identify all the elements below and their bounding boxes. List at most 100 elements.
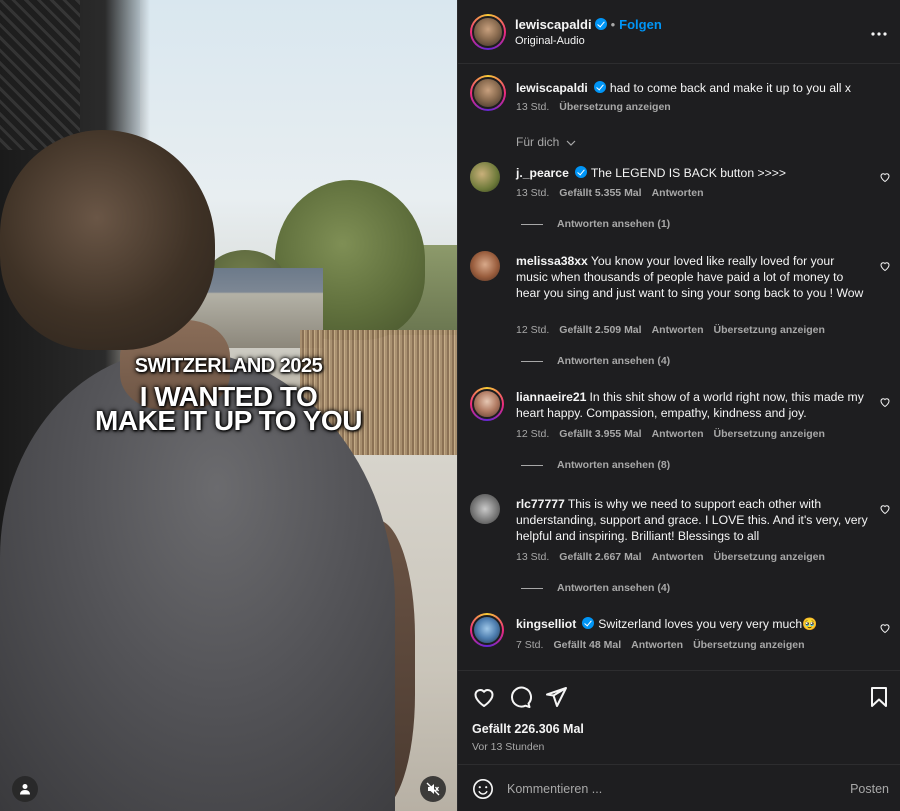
comment-text-row: rlc77777 This is why we need to support e…	[516, 496, 868, 544]
commenter-avatar[interactable]	[470, 162, 500, 192]
view-replies-label: Antworten ansehen (4)	[557, 582, 671, 594]
caption-text-row: lewiscapaldi had to come back and make it…	[516, 80, 868, 96]
replies-line	[521, 360, 543, 362]
comment-likes[interactable]: Gefällt 2.509 Mal	[559, 324, 641, 336]
translate-link[interactable]: Übersetzung anzeigen	[693, 639, 804, 651]
view-replies-label: Antworten ansehen (8)	[557, 459, 671, 471]
audio-link[interactable]: Original-Audio	[515, 35, 585, 47]
translate-link[interactable]: Übersetzung anzeigen	[714, 428, 825, 440]
tagged-users-button[interactable]	[12, 776, 38, 802]
comment-meta: 13 Std. Gefällt 5.355 Mal Antworten	[516, 187, 714, 199]
comment-meta: 12 Std. Gefällt 2.509 Mal Antworten Überset…	[516, 324, 835, 336]
comment-time: 13 Std.	[516, 187, 550, 199]
comment-text: The LEGEND IS BACK button >>>>	[590, 166, 786, 180]
reply-link[interactable]: Antworten	[631, 639, 683, 651]
heart-icon[interactable]	[879, 503, 891, 515]
reply-link[interactable]: Antworten	[652, 551, 704, 563]
comments-list[interactable]: lewiscapaldi had to come back and make it…	[458, 65, 900, 670]
commenter-username[interactable]: j._pearce	[516, 166, 569, 180]
paper-plane-icon[interactable]	[544, 685, 568, 709]
comment-likes[interactable]: Gefällt 48 Mal	[553, 639, 621, 651]
post-button[interactable]: Posten	[850, 782, 889, 796]
comment-bubble-icon[interactable]	[508, 685, 532, 709]
reply-link[interactable]: Antworten	[652, 324, 704, 336]
commenter-username[interactable]: liannaeire21	[516, 390, 586, 404]
reply-link[interactable]: Antworten	[652, 187, 704, 199]
comment-text-row: melissa38xx You know your loved like real…	[516, 253, 868, 301]
comment-composer: Posten	[458, 764, 900, 811]
heart-icon[interactable]	[879, 260, 891, 272]
commenter-username[interactable]: melissa38xx	[516, 254, 588, 268]
view-replies-link[interactable]: Antworten ansehen (4)	[521, 355, 670, 367]
comments-panel: lewiscapaldi • Folgen Original-Audio lewis…	[457, 0, 900, 811]
comment-time: 13 Std.	[516, 551, 550, 563]
view-replies-label: Antworten ansehen (1)	[557, 218, 671, 230]
comment-sort-dropdown[interactable]: Für dich	[516, 135, 576, 149]
emoji-icon[interactable]	[472, 778, 494, 800]
separator-dot: •	[610, 17, 616, 32]
sort-label: Für dich	[516, 135, 560, 149]
view-replies-link[interactable]: Antworten ansehen (1)	[521, 218, 670, 230]
overlay-text-line1: SWITZERLAND 2025	[134, 355, 323, 377]
replies-line	[521, 464, 543, 466]
comment-meta: 12 Std. Gefällt 3.955 Mal Antworten Überset…	[516, 428, 835, 440]
verified-badge-icon	[593, 81, 606, 93]
follow-button[interactable]: Folgen	[619, 17, 662, 32]
comment-time: 7 Std.	[516, 639, 544, 651]
chevron-down-icon	[566, 140, 576, 146]
commenter-avatar[interactable]	[470, 494, 500, 524]
author-username[interactable]: lewiscapaldi	[515, 17, 592, 32]
replies-line	[521, 223, 543, 225]
comment-text: This is why we need to support each othe…	[516, 497, 868, 543]
view-replies-link[interactable]: Antworten ansehen (8)	[521, 459, 670, 471]
comment-text: Switzerland loves you very very much🥹	[598, 617, 818, 631]
post-timestamp: Vor 13 Stunden	[472, 741, 545, 753]
header-title-row: lewiscapaldi • Folgen	[515, 17, 662, 32]
post-actions: Gefällt 226.306 Mal Vor 13 Stunden	[458, 670, 900, 760]
reply-link[interactable]: Antworten	[652, 428, 704, 440]
replies-line	[521, 587, 543, 589]
mute-button[interactable]	[420, 776, 446, 802]
comment-meta: 7 Std. Gefällt 48 Mal Antworten Übersetzung…	[516, 639, 815, 651]
comment-time: 12 Std.	[516, 324, 550, 336]
heart-icon[interactable]	[879, 622, 891, 634]
comment-input[interactable]	[507, 778, 807, 800]
overlay-text-line3: MAKE IT UP TO YOU	[95, 405, 362, 436]
commenter-avatar[interactable]	[470, 251, 500, 281]
reel-video[interactable]: SWITZERLAND 2025 I WANTED TO MAKE IT UP …	[0, 0, 457, 811]
comment-likes[interactable]: Gefällt 5.355 Mal	[559, 187, 641, 199]
comment-meta: 13 Std. Gefällt 2.667 Mal Antworten Überset…	[516, 551, 835, 563]
post-header: lewiscapaldi • Folgen Original-Audio	[458, 0, 900, 64]
commenter-avatar[interactable]	[470, 613, 504, 647]
more-dots-icon	[871, 32, 887, 36]
user-icon	[20, 784, 30, 795]
comment-likes[interactable]: Gefällt 3.955 Mal	[559, 428, 641, 440]
translate-link[interactable]: Übersetzung anzeigen	[714, 324, 825, 336]
verified-badge-icon	[582, 617, 595, 629]
bookmark-icon[interactable]	[867, 685, 891, 709]
comment-text-row: kingselliot Switzerland loves you very ve…	[516, 616, 868, 632]
view-replies-link[interactable]: Antworten ansehen (4)	[521, 582, 670, 594]
caption-translate-link[interactable]: Übersetzung anzeigen	[559, 101, 670, 113]
commenter-username[interactable]: kingselliot	[516, 617, 576, 631]
verified-badge-icon	[594, 18, 607, 30]
caption-time: 13 Std.	[516, 101, 550, 113]
caption-text: had to come back and make it up to you a…	[609, 81, 851, 95]
commenter-avatar[interactable]	[470, 387, 504, 421]
caption-username[interactable]: lewiscapaldi	[516, 81, 588, 95]
caption-meta: 13 Std. Übersetzung anzeigen	[516, 101, 681, 113]
comment-likes[interactable]: Gefällt 2.667 Mal	[559, 551, 641, 563]
heart-icon[interactable]	[879, 171, 891, 183]
author-avatar[interactable]	[470, 14, 506, 50]
view-replies-label: Antworten ansehen (4)	[557, 355, 671, 367]
comment-text-row: liannaeire21 In this shit show of a world…	[516, 389, 868, 421]
caption-avatar[interactable]	[470, 75, 506, 111]
post-viewer: SWITZERLAND 2025 I WANTED TO MAKE IT UP …	[0, 0, 900, 811]
heart-icon[interactable]	[879, 396, 891, 408]
translate-link[interactable]: Übersetzung anzeigen	[714, 551, 825, 563]
more-options-button[interactable]	[871, 20, 887, 41]
heart-icon[interactable]	[472, 685, 496, 709]
comment-time: 12 Std.	[516, 428, 550, 440]
commenter-username[interactable]: rlc77777	[516, 497, 565, 511]
likes-count[interactable]: Gefällt 226.306 Mal	[472, 722, 584, 736]
